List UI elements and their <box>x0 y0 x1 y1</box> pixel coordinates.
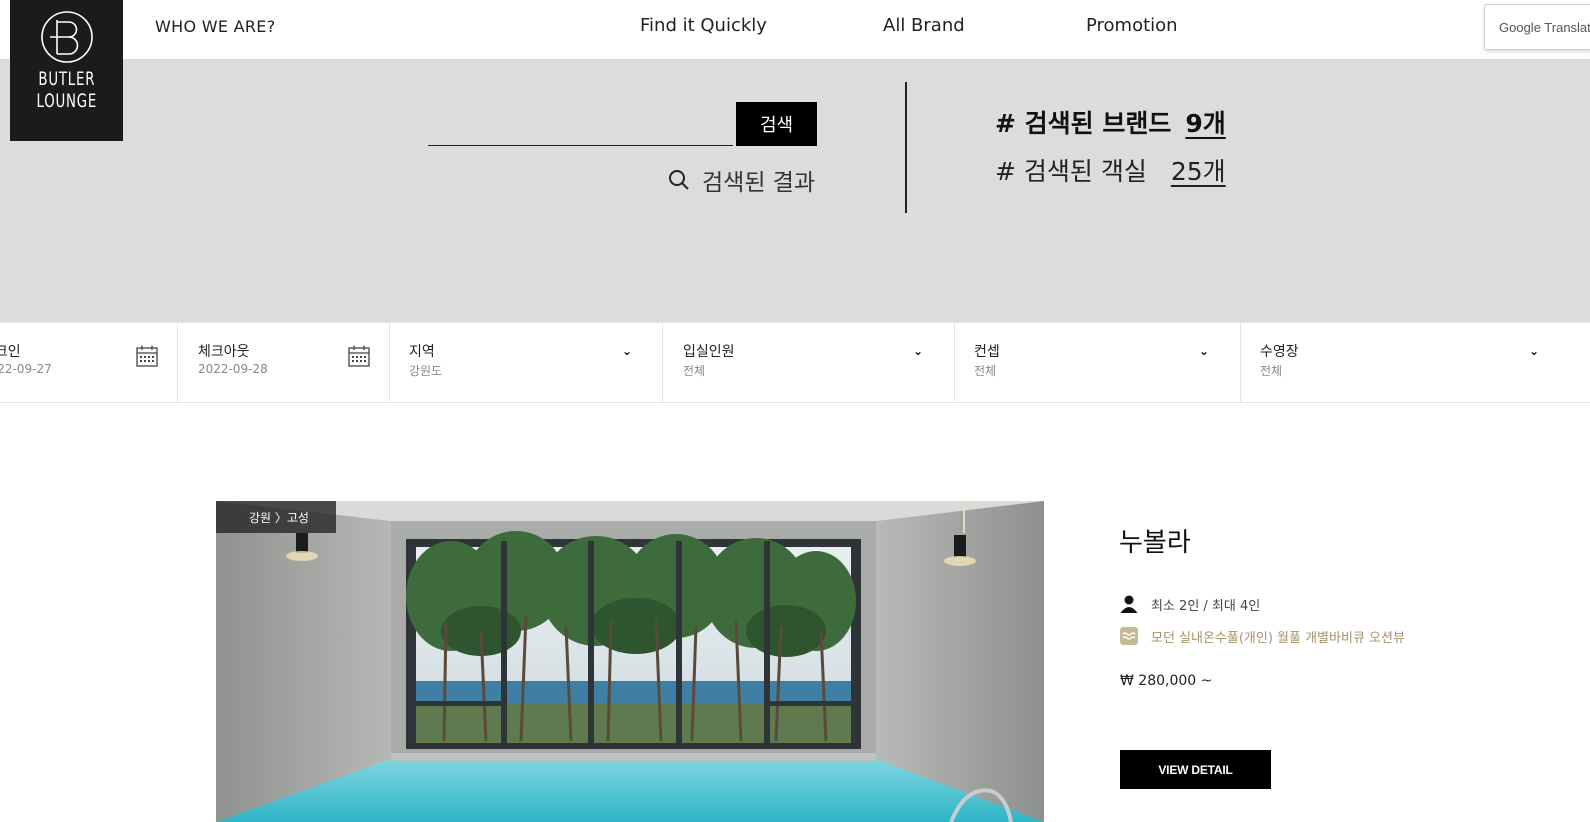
listing-price: ₩ 280,000 ~ <box>1120 673 1213 689</box>
concept-text: 모던 실내온수풀(개인) 월풀 개별바비큐 오션뷰 <box>1151 630 1405 646</box>
concept-row: 모던 실내온수풀(개인) 월풀 개별바비큐 오션뷰 <box>1119 626 1405 646</box>
logo-b-mark-icon <box>40 11 93 63</box>
nav-all-brand[interactable]: All Brand <box>883 15 965 36</box>
filter-guests[interactable]: 입실인원 전체 ⌄ <box>663 323 955 403</box>
capacity-text: 최소 2인 / 최대 4인 <box>1151 598 1261 614</box>
filter-concept[interactable]: 컨셉 전체 ⌄ <box>955 323 1241 403</box>
logo-line-1: BUTLER <box>38 68 95 90</box>
search-icon <box>669 170 689 190</box>
search-panel: 검색 검색된 결과 # 검색된 브랜드 9개 # 검색된 객실 25개 <box>0 60 1590 322</box>
chevron-down-icon: ⌄ <box>1199 344 1210 358</box>
brand-logo[interactable]: BUTLER LOUNGE <box>10 0 123 141</box>
pool-wave-icon <box>1120 627 1138 645</box>
room-count-value[interactable]: 25개 <box>1171 152 1226 188</box>
view-detail-button[interactable]: VIEW DETAIL <box>1120 750 1271 789</box>
who-we-are-link[interactable]: WHO WE ARE? <box>155 17 276 36</box>
search-button[interactable]: 검색 <box>736 102 817 146</box>
nav-find-it-quickly[interactable]: Find it Quickly <box>640 15 767 36</box>
filter-concept-value: 전체 <box>974 364 997 378</box>
brand-count-value[interactable]: 9개 <box>1185 104 1225 140</box>
filter-concept-label: 컨셉 <box>974 344 1000 360</box>
site-header: WHO WE ARE? Find it Quickly All Brand Pr… <box>0 0 1590 60</box>
brand-count-label: # 검색된 브랜드 <box>995 109 1172 138</box>
person-icon <box>1120 595 1138 613</box>
filter-guests-label: 입실인원 <box>683 344 735 360</box>
filter-checkin-label: 체크인 <box>0 344 21 360</box>
calendar-icon[interactable] <box>135 344 159 368</box>
filter-checkout[interactable]: 체크아웃 2022-09-28 <box>178 323 390 403</box>
filter-region-label: 지역 <box>409 344 435 360</box>
filter-region-value: 강원도 <box>409 364 443 378</box>
filter-pool-label: 수영장 <box>1260 344 1299 360</box>
capacity-row: 최소 2인 / 최대 4인 <box>1119 594 1260 614</box>
search-input[interactable] <box>428 102 733 146</box>
google-translate-widget[interactable]: Google Translate <box>1484 4 1590 50</box>
filter-region[interactable]: 지역 강원도 ⌄ <box>390 323 663 403</box>
filter-guests-value: 전체 <box>683 364 706 378</box>
nav-promotion[interactable]: Promotion <box>1086 15 1178 36</box>
filter-pool-value: 전체 <box>1260 364 1283 378</box>
listing-photo[interactable] <box>216 501 1044 822</box>
calendar-icon[interactable] <box>347 344 371 368</box>
google-translate-label: Google Translate <box>1499 20 1590 35</box>
listing-title: 누볼라 <box>1119 528 1191 558</box>
logo-line-2: LOUNGE <box>36 90 97 112</box>
filter-bar: 체크인 2022-09-27 체크아웃 2022-09-28 지역 강원도 ⌄ … <box>0 322 1590 403</box>
filter-pool[interactable]: 수영장 전체 ⌄ <box>1241 323 1590 403</box>
region-badge: 강원 〉고성 <box>216 501 336 533</box>
room-count-label: # 검색된 객실 <box>995 157 1147 186</box>
room-count-stat: # 검색된 객실 25개 <box>995 152 1226 188</box>
vertical-divider <box>905 82 907 213</box>
chevron-down-icon: ⌄ <box>622 344 633 358</box>
search-result-heading: 검색된 결과 <box>668 163 815 197</box>
filter-checkin[interactable]: 체크인 2022-09-27 <box>0 323 178 403</box>
indoor-pool-image <box>216 501 1044 822</box>
chevron-down-icon: ⌄ <box>913 344 924 358</box>
filter-checkin-value: 2022-09-27 <box>0 362 52 376</box>
search-result-label: 검색된 결과 <box>702 170 816 196</box>
brand-count-stat: # 검색된 브랜드 9개 <box>995 104 1226 140</box>
filter-checkout-value: 2022-09-28 <box>198 362 268 376</box>
logo-wordmark: BUTLER LOUNGE <box>36 68 97 112</box>
filter-checkout-label: 체크아웃 <box>198 344 250 360</box>
chevron-down-icon: ⌄ <box>1529 344 1540 358</box>
